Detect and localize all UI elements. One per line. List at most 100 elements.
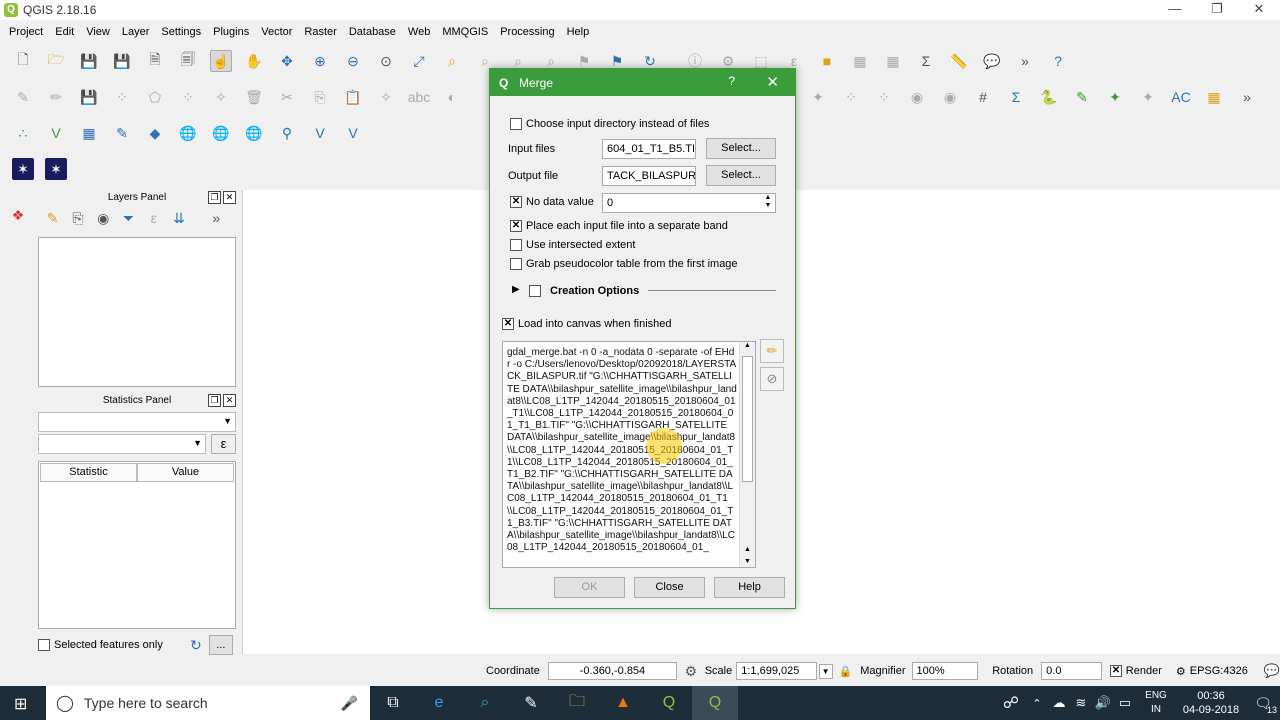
label-icon[interactable]: abc [408,86,431,108]
toggle-editing-icon[interactable]: ✏ [45,86,67,108]
stats-layer-combo[interactable]: ▼ [38,412,236,432]
vlc-icon[interactable]: ▲ [600,686,646,720]
more-options-button[interactable]: ... [208,635,233,655]
move-feature-icon[interactable]: ⁘ [177,86,199,108]
fill-ring-icon[interactable]: ⁘ [873,86,895,108]
add-virtual-layer-icon[interactable]: V [309,122,331,144]
action-center-icon[interactable]: 🗨 13 [1246,695,1280,715]
qgis-active-taskbar-icon[interactable]: Q [692,686,738,720]
filter-legend-icon[interactable]: ⏷ [118,207,139,229]
panel-more-icon[interactable]: » [206,207,227,229]
raster-calculator-icon[interactable]: ❖ [7,204,29,226]
add-raster-layer-icon[interactable]: ▦ [78,122,100,144]
layers-tree[interactable] [38,237,236,387]
save-project-icon[interactable]: 💾 [78,50,100,72]
minimize-button[interactable]: — [1154,0,1196,20]
attribute-table-icon[interactable]: ▦ [849,50,871,72]
add-feature-icon[interactable]: ⁘ [111,86,133,108]
command-scrollbar[interactable]: ▲ ▲ ▼ [739,342,755,567]
messages-icon[interactable]: 💬 [1264,663,1280,679]
touch-zoom-icon[interactable]: ☝ [210,50,232,72]
expand-all-icon[interactable]: ⇊ [168,207,189,229]
battery-icon[interactable]: ▭ [1114,686,1136,720]
file-explorer-icon[interactable]: 🗀 [554,686,600,720]
add-spatialite-layer-icon[interactable]: ◆ [144,122,166,144]
menu-vector[interactable]: Vector [255,26,298,38]
plugin-tool-icon[interactable]: ✎ [1071,86,1093,108]
menu-web[interactable]: Web [402,26,436,38]
stats-float-icon[interactable]: ❐ [208,394,221,407]
toolbar-overflow-icon[interactable]: » [1014,50,1036,72]
search-app-icon[interactable]: ⌕ [462,686,508,720]
copy-features-icon[interactable]: ⎘ [309,86,331,108]
star-plugin-icon[interactable]: ✶ [12,158,34,180]
menu-edit[interactable]: Edit [49,26,80,38]
menu-raster[interactable]: Raster [298,26,342,38]
scroll-up-icon[interactable]: ▲ [740,342,755,354]
autocorrect-icon[interactable]: AC [1170,86,1192,108]
cut-features-icon[interactable]: ✂ [276,86,298,108]
new-project-icon[interactable]: 🗋 [12,50,34,72]
taskbar-search[interactable]: ◯ Type here to search 🎤 [46,686,370,720]
deselect-icon[interactable]: ■ [816,50,838,72]
windows-start-icon[interactable]: ⊞ [14,694,27,714]
no-data-checkbox[interactable]: ✕ [510,196,522,208]
measure-line-icon[interactable]: 📏 [948,50,970,72]
output-file-field[interactable]: TACK_BILASPUR.tif [602,166,696,186]
whats-this-icon[interactable]: ? [1047,50,1069,72]
scroll-thumb[interactable] [742,356,753,482]
current-edits-icon[interactable]: ✎ [12,86,34,108]
grid-plugin-icon[interactable]: ▦ [1203,86,1225,108]
save-edits-icon[interactable]: 💾 [78,86,100,108]
add-delimited-text-icon[interactable]: ⚲ [276,122,298,144]
save-as-icon[interactable]: 💾 [111,50,133,72]
stars-plugin-icon[interactable]: ✶ [45,158,67,180]
task-view-icon[interactable]: ⧉ [370,686,416,720]
crs-globe-icon[interactable]: ⚙ [1176,665,1186,678]
reset-command-icon[interactable]: ⊘ [760,367,784,391]
menu-project[interactable]: Project [3,26,49,38]
maximize-button[interactable]: ❐ [1196,0,1238,20]
add-wcs-layer-icon[interactable]: 🌐 [210,122,232,144]
filter-expression-icon[interactable]: ε [143,207,164,229]
zoom-native-icon[interactable]: ⊙ [375,50,397,72]
edge-browser-icon[interactable]: e [416,686,462,720]
spin-arrows-icon[interactable]: ▲ ▼ [761,194,775,212]
add-postgis-layer-icon[interactable]: ✎ [111,122,133,144]
qgis-taskbar-icon[interactable]: Q [646,686,692,720]
wifi-icon[interactable]: ≋ [1070,686,1092,720]
command-text-area[interactable]: gdal_merge.bat -n 0 -a_nodata 0 -separat… [502,341,756,568]
menu-database[interactable]: Database [343,26,402,38]
input-files-field[interactable]: 604_01_T1_B5.TIF [602,139,696,159]
map-tips-icon[interactable]: 💬 [981,50,1003,72]
no-data-spinbox[interactable]: 0 ▲ ▼ [602,193,776,213]
delete-part-icon[interactable]: ◉ [939,86,961,108]
menu-view[interactable]: View [80,26,116,38]
stats-field-combo[interactable]: ▼ [38,434,206,454]
node-tool-icon[interactable]: ✧ [210,86,232,108]
toggle-extents-icon[interactable]: ⚙ [683,660,699,682]
gps-icon[interactable]: ∴ [12,122,34,144]
add-wfs-layer-icon[interactable]: 🌐 [243,122,265,144]
rotation-spinbox[interactable]: 0.0 [1041,662,1102,680]
add-group-icon[interactable]: ⎘ [67,207,88,229]
new-print-composer-icon[interactable]: 🗎 [144,50,166,72]
menu-mmqgis[interactable]: MMQGIS [436,26,494,38]
select-output-button[interactable]: Select... [706,165,776,186]
column-statistic[interactable]: Statistic [40,463,137,482]
coordinate-field[interactable]: -0.360,-0.854 [547,662,678,680]
menu-help[interactable]: Help [561,26,596,38]
add-vector-layer-icon[interactable]: V [45,122,67,144]
delete-ring-icon[interactable]: ◉ [906,86,928,108]
lock-scale-icon[interactable]: 🔒 [839,665,853,678]
refresh-stats-icon[interactable]: ↻ [187,634,205,656]
scroll-down-icon[interactable]: ▼ [740,558,755,565]
manage-visibility-icon[interactable]: ◉ [93,207,114,229]
pan-to-selection-icon[interactable]: ✥ [276,50,298,72]
select-input-button[interactable]: Select... [706,138,776,159]
scroll-up-2-icon[interactable]: ▲ [740,546,755,553]
new-shapefile-icon[interactable]: V [342,122,364,144]
panel-float-icon[interactable]: ❐ [208,191,221,204]
people-icon[interactable]: ☍ [996,686,1026,720]
stats-close-icon[interactable]: ✕ [223,394,236,407]
